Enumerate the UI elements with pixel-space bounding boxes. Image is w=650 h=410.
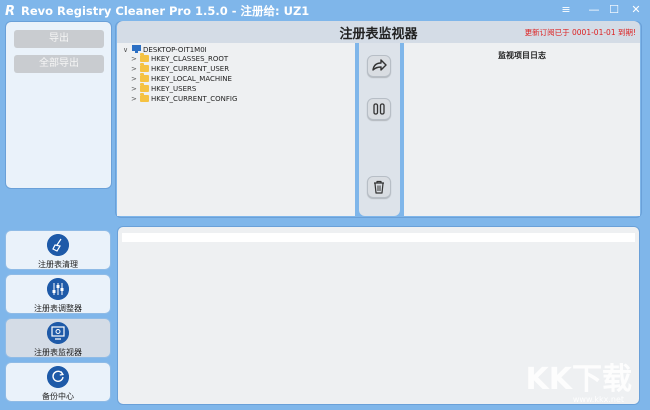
delete-button[interactable] (367, 176, 391, 198)
nav-label: 注册表监视器 (34, 348, 82, 357)
chevron-right-icon[interactable]: > (131, 64, 140, 74)
chevron-right-icon[interactable]: > (131, 94, 140, 104)
share-arrow-icon (372, 59, 387, 71)
close-button[interactable]: ✕ (623, 2, 649, 18)
details-header-strip (122, 233, 635, 242)
sliders-icon (47, 278, 69, 300)
subscription-notice[interactable]: 更新订阅已于 0001-01-01 到期! (525, 27, 636, 38)
registry-tree[interactable]: ∨ DESKTOP-OIT1M0I > HKEY_CLASSES_ROOT > HKE… (117, 43, 355, 216)
tree-item-label: HKEY_LOCAL_MACHINE (151, 75, 232, 83)
export-all-button[interactable]: 全部导出 (14, 55, 104, 73)
tree-root-label: DESKTOP-OIT1M0I (143, 46, 207, 54)
action-column (359, 43, 400, 216)
monitor-log-panel[interactable]: 监视项目日志 (404, 43, 640, 216)
nav-item-registry-cleaner[interactable]: 注册表清理 (5, 230, 111, 270)
share-button[interactable] (367, 55, 391, 77)
log-title: 监视项目日志 (498, 51, 546, 60)
nav-label: 注册表清理 (38, 260, 78, 269)
nav-label: 备份中心 (42, 392, 74, 401)
backup-icon (47, 366, 69, 388)
export-button[interactable]: 导出 (14, 30, 104, 48)
trash-icon (374, 180, 384, 194)
export-panel: 导出 全部导出 (5, 21, 112, 189)
chevron-down-icon[interactable]: ∨ (123, 46, 132, 54)
window-title: Revo Registry Cleaner Pro 1.5.0 - 注册给: U… (21, 4, 310, 18)
pause-icon (373, 103, 385, 115)
app-logo-icon: R (5, 4, 15, 17)
tree-item-label: HKEY_CLASSES_ROOT (151, 55, 229, 63)
tree-item-label: HKEY_CURRENT_CONFIG (151, 95, 238, 103)
nav-item-backup-center[interactable]: 备份中心 (5, 362, 111, 402)
tree-item-label: HKEY_CURRENT_USER (151, 65, 230, 73)
monitor-header: 注册表监视器 更新订阅已于 0001-01-01 到期! (117, 21, 640, 43)
nav-label: 注册表调整器 (34, 304, 82, 313)
title-bar: R Revo Registry Cleaner Pro 1.5.0 - 注册给:… (0, 0, 650, 20)
tree-item[interactable]: > HKEY_CURRENT_CONFIG (131, 93, 238, 104)
monitor-icon (47, 322, 69, 344)
watermark-url: www.kkx.net (572, 395, 624, 404)
pause-button[interactable] (367, 98, 391, 120)
nav-item-registry-monitor[interactable]: 注册表监视器 (5, 318, 111, 358)
tree-root[interactable]: ∨ DESKTOP-OIT1M0I (123, 45, 207, 54)
folder-icon (140, 53, 149, 62)
folder-icon (140, 83, 149, 92)
svg-text:R: R (5, 4, 15, 17)
folder-icon (140, 73, 149, 82)
chevron-right-icon[interactable]: > (131, 54, 140, 64)
broom-icon (47, 234, 69, 256)
menu-icon[interactable]: ≡ (553, 2, 579, 18)
folder-icon (140, 63, 149, 72)
chevron-right-icon[interactable]: > (131, 84, 140, 94)
tree-item[interactable]: > HKEY_CLASSES_ROOT (131, 53, 229, 64)
tree-item[interactable]: > HKEY_LOCAL_MACHINE (131, 73, 232, 84)
folder-icon (140, 93, 149, 102)
tree-item-label: HKEY_USERS (151, 85, 197, 93)
watermark-logo: KK下载 (525, 362, 633, 397)
nav-item-registry-tweaker[interactable]: 注册表调整器 (5, 274, 111, 314)
chevron-right-icon[interactable]: > (131, 74, 140, 84)
tree-item[interactable]: > HKEY_CURRENT_USER (131, 63, 230, 74)
computer-icon (132, 45, 141, 53)
